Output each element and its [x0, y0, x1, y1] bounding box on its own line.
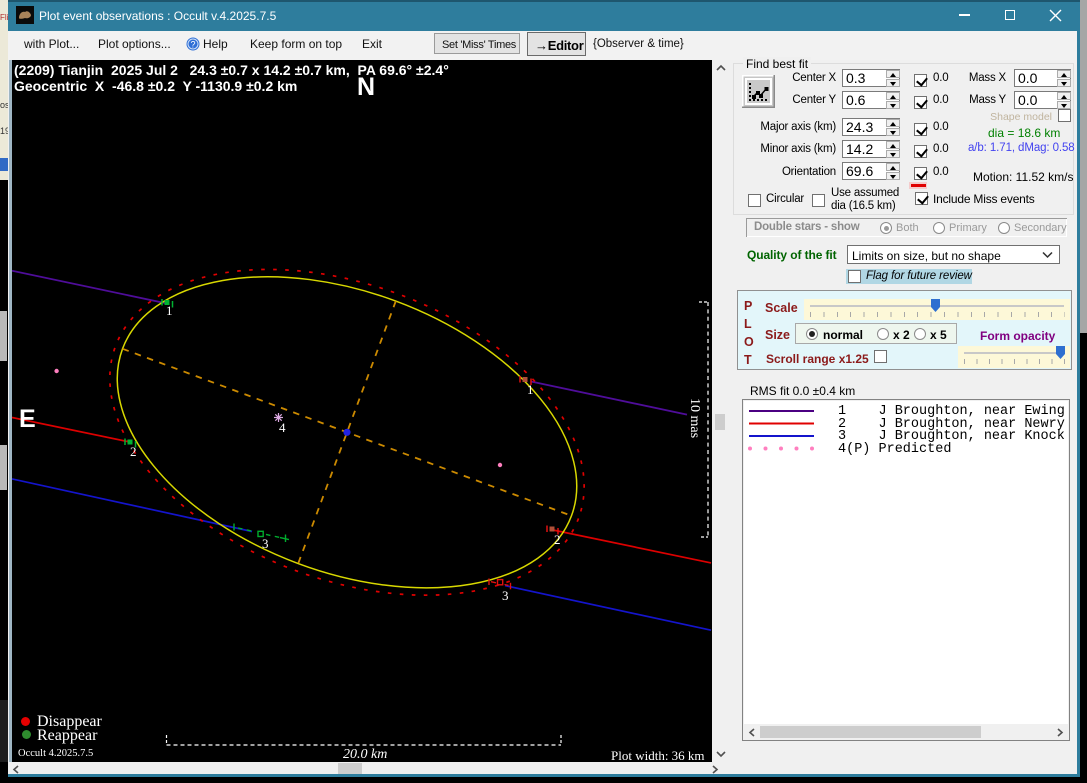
svg-text:?: ? [190, 40, 195, 50]
